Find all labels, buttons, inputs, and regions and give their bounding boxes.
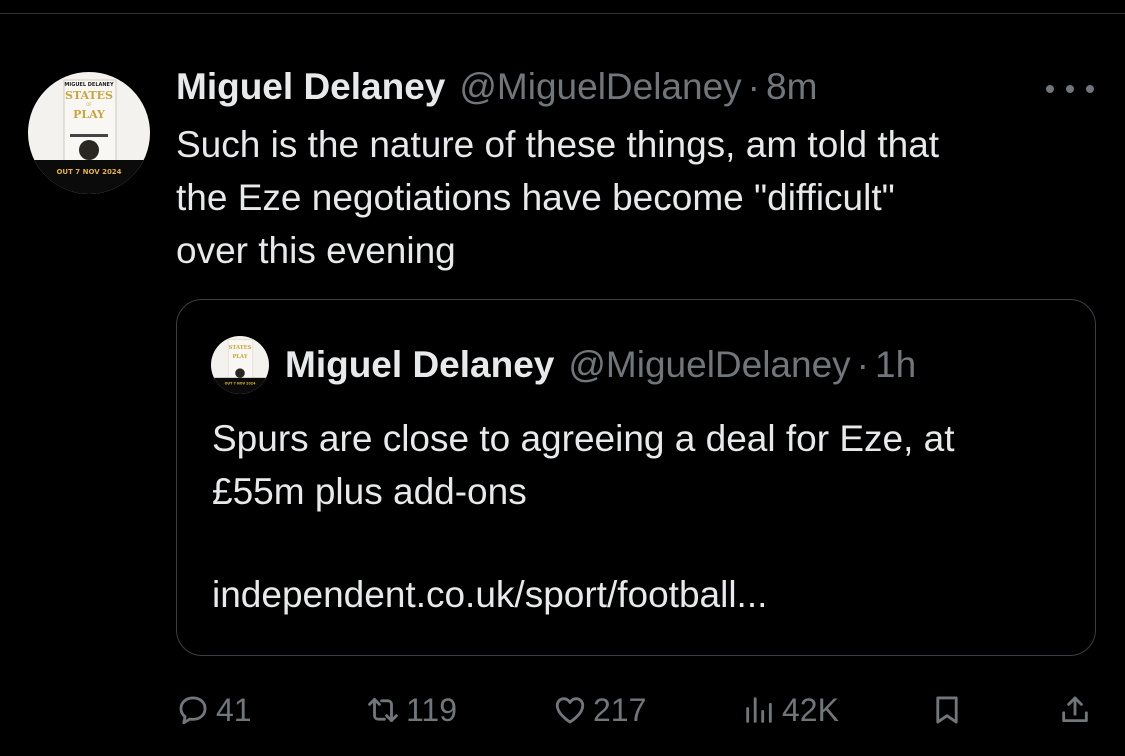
quoted-author-display-name: Miguel Delaney [285, 344, 555, 385]
quoted-author-handle: @MiguelDelaney [568, 344, 851, 385]
tweet-action-bar: 41 119 217 42K [0, 686, 1125, 734]
svg-text:STATES: STATES [229, 345, 252, 351]
book-cover-image: MIGUEL DELANEY STATES OF PLAY OUT 7 NOV … [28, 72, 150, 194]
separator-dot: · [856, 344, 869, 385]
share-icon [1062, 696, 1088, 723]
heart-icon [555, 697, 585, 724]
svg-text:PLAY: PLAY [232, 354, 247, 360]
quoted-tweet-header: Miguel Delaney @MiguelDelaney · 1h [285, 342, 916, 388]
quoted-author-avatar: STATES PLAY OUT 7 NOV 2024 [211, 336, 269, 394]
like-button[interactable]: 217 [553, 686, 646, 734]
author-avatar[interactable]: MIGUEL DELANEY STATES OF PLAY OUT 7 NOV … [28, 72, 150, 194]
svg-text:OUT 7 NOV 2024: OUT 7 NOV 2024 [225, 381, 257, 385]
book-cover-image: STATES PLAY OUT 7 NOV 2024 [211, 336, 269, 394]
tweet-timestamp[interactable]: 8m [766, 66, 817, 108]
svg-text:MIGUEL DELANEY: MIGUEL DELANEY [64, 82, 114, 88]
retweet-button[interactable]: 119 [366, 686, 457, 734]
author-handle[interactable]: @MiguelDelaney [459, 66, 741, 108]
retweet-count: 119 [406, 691, 458, 728]
views-button[interactable]: 42K [742, 686, 839, 734]
tweet-text-line: the Eze negotiations have become "diffic… [176, 177, 895, 218]
author-display-name[interactable]: Miguel Delaney [176, 66, 445, 108]
reply-count: 41 [216, 691, 252, 728]
like-count: 217 [593, 691, 647, 728]
views-count: 42K [782, 691, 839, 728]
share-button[interactable] [1058, 686, 1098, 734]
bookmark-button[interactable] [930, 686, 970, 734]
tweet-text: Such is the nature of these things, am t… [176, 118, 1096, 277]
tweet-text-line: Such is the nature of these things, am t… [176, 124, 940, 165]
quoted-text-line: £55m plus add-ons [212, 471, 527, 512]
views-icon [746, 697, 772, 723]
svg-text:STATES: STATES [65, 89, 113, 102]
more-options-icon[interactable] [1046, 75, 1094, 103]
reply-button[interactable]: 41 [176, 686, 252, 734]
tweet-text-line: over this evening [176, 230, 456, 271]
reply-icon [179, 696, 207, 725]
quoted-tweet-link[interactable]: independent.co.uk/sport/football... [212, 574, 767, 616]
quoted-tweet-card[interactable]: STATES PLAY OUT 7 NOV 2024 Miguel Delane… [176, 299, 1096, 656]
quoted-tweet-timestamp: 1h [875, 344, 917, 385]
top-divider [0, 13, 1125, 14]
separator-dot: · [747, 66, 760, 107]
bookmark-icon [936, 696, 958, 724]
svg-text:OF: OF [86, 102, 92, 107]
svg-text:OUT 7 NOV 2024: OUT 7 NOV 2024 [56, 168, 121, 176]
retweet-icon [368, 697, 398, 723]
svg-text:PLAY: PLAY [73, 108, 105, 121]
quoted-tweet-text: Spurs are close to agreeing a deal for E… [212, 412, 1072, 518]
quoted-text-line: Spurs are close to agreeing a deal for E… [212, 418, 955, 459]
tweet-header: Miguel Delaney @MiguelDelaney · 8m [176, 64, 817, 110]
